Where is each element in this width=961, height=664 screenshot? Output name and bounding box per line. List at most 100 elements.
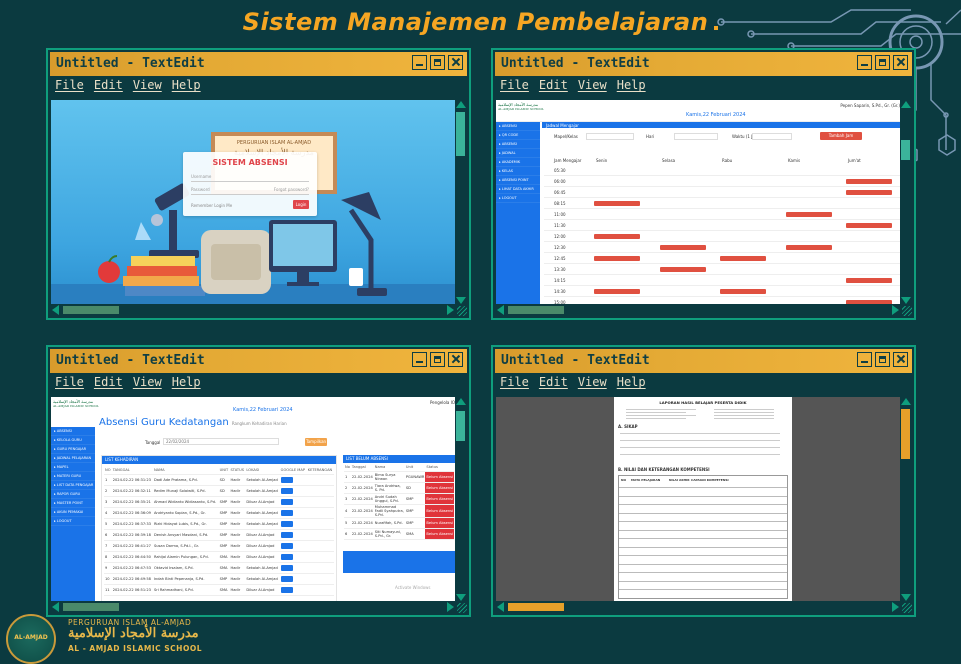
map-button[interactable] xyxy=(280,498,293,505)
sidebar-item[interactable]: ▸ LOGOUT xyxy=(51,517,95,526)
maximize-button[interactable] xyxy=(875,352,890,367)
add-schedule-button[interactable]: Tambah Jam Mengajar xyxy=(820,132,862,146)
schedule-entry[interactable] xyxy=(846,179,892,184)
sidebar-item[interactable]: ▸ KELAS xyxy=(496,167,540,176)
menu-view[interactable]: View xyxy=(578,78,607,98)
vertical-scrollbar[interactable] xyxy=(455,397,466,603)
mapel-select[interactable] xyxy=(586,133,634,140)
scroll-down-icon[interactable] xyxy=(900,297,911,304)
menu-help[interactable]: Help xyxy=(172,375,201,395)
vertical-scrollbar[interactable] xyxy=(900,100,911,306)
sidebar-item[interactable]: ▸ MASTER POINT xyxy=(51,499,95,508)
sidebar-item[interactable]: ▸ AKADEMIK xyxy=(496,158,540,167)
scroll-left-icon[interactable] xyxy=(52,305,59,315)
menu-file[interactable]: File xyxy=(55,375,84,395)
map-button[interactable] xyxy=(280,509,293,516)
menu-edit[interactable]: Edit xyxy=(539,375,568,395)
horizontal-scrollbar[interactable] xyxy=(496,601,900,613)
sidebar-item[interactable]: ▸ ABSENSI xyxy=(496,140,540,149)
scroll-thumb[interactable] xyxy=(901,140,910,160)
scroll-thumb[interactable] xyxy=(456,411,465,441)
scroll-right-icon[interactable] xyxy=(447,602,454,612)
menu-view[interactable]: View xyxy=(133,375,162,395)
close-button[interactable] xyxy=(893,352,908,367)
map-button[interactable] xyxy=(280,520,293,527)
header-user[interactable]: Pengelola IO xyxy=(430,400,455,405)
sidebar-item[interactable]: ▸ GURU PENGAJAR xyxy=(51,445,95,454)
map-button[interactable] xyxy=(280,586,293,593)
sidebar-item[interactable]: ▸ MAPEL xyxy=(51,463,95,472)
map-button[interactable] xyxy=(280,531,293,538)
sidebar-item[interactable]: ▸ LOGOUT xyxy=(496,194,540,203)
menu-edit[interactable]: Edit xyxy=(94,375,123,395)
menu-help[interactable]: Help xyxy=(617,78,646,98)
menu-edit[interactable]: Edit xyxy=(539,78,568,98)
scroll-thumb-horizontal[interactable] xyxy=(508,603,564,611)
map-button[interactable] xyxy=(280,553,293,560)
sidebar-item[interactable]: ▸ QR CODE xyxy=(496,131,540,140)
menu-help[interactable]: Help xyxy=(617,375,646,395)
scroll-down-icon[interactable] xyxy=(455,297,466,304)
login-button[interactable]: Login xyxy=(293,200,309,209)
username-field[interactable]: Username xyxy=(191,174,309,182)
schedule-entry[interactable] xyxy=(786,212,832,217)
sidebar-item[interactable]: ▸ KELOLA GURU xyxy=(51,436,95,445)
maximize-button[interactable] xyxy=(430,55,445,70)
scroll-left-icon[interactable] xyxy=(497,305,504,315)
sidebar-item[interactable]: ▸ JADWAL PELAJARAN xyxy=(51,454,95,463)
maximize-button[interactable] xyxy=(875,55,890,70)
schedule-entry[interactable] xyxy=(720,256,766,261)
scroll-up-icon[interactable] xyxy=(455,398,466,405)
hari-select[interactable] xyxy=(674,133,718,140)
map-button[interactable] xyxy=(280,487,293,494)
sidebar-item[interactable]: ▸ LIHAT DATA AKHIR xyxy=(496,185,540,194)
menu-view[interactable]: View xyxy=(578,375,607,395)
sidebar-item[interactable]: ▸ LIST DATA PENGAJAR xyxy=(51,481,95,490)
map-button[interactable] xyxy=(280,476,293,483)
menu-file[interactable]: File xyxy=(500,78,529,98)
title-bar[interactable]: Untitled - TextEdit xyxy=(495,52,912,78)
schedule-entry[interactable] xyxy=(594,256,640,261)
title-bar[interactable]: Untitled - TextEdit xyxy=(50,52,467,78)
title-bar[interactable]: Untitled - TextEdit xyxy=(50,349,467,375)
sidebar-item[interactable]: ▸ RAPOR GURU xyxy=(51,490,95,499)
scroll-up-icon[interactable] xyxy=(455,101,466,108)
vertical-scrollbar[interactable] xyxy=(900,397,911,603)
waktu-input[interactable] xyxy=(752,133,792,140)
minimize-button[interactable] xyxy=(412,55,427,70)
menu-view[interactable]: View xyxy=(133,78,162,98)
scroll-down-icon[interactable] xyxy=(900,594,911,601)
sidebar-item[interactable]: ▸ JADWAL xyxy=(496,149,540,158)
scroll-right-icon[interactable] xyxy=(892,305,899,315)
schedule-entry[interactable] xyxy=(594,234,640,239)
header-user[interactable]: Pepen Saparin, S.Pd., Gr. (Gr.) xyxy=(840,103,900,108)
horizontal-scrollbar[interactable] xyxy=(496,304,900,316)
schedule-entry[interactable] xyxy=(720,289,766,294)
menu-file[interactable]: File xyxy=(500,375,529,395)
menu-edit[interactable]: Edit xyxy=(94,78,123,98)
resize-grip-icon[interactable] xyxy=(902,306,912,316)
close-button[interactable] xyxy=(448,55,463,70)
schedule-entry[interactable] xyxy=(594,201,640,206)
horizontal-scrollbar[interactable] xyxy=(51,304,455,316)
scroll-thumb-horizontal[interactable] xyxy=(63,306,119,314)
maximize-button[interactable] xyxy=(430,352,445,367)
map-button[interactable] xyxy=(280,575,293,582)
schedule-entry[interactable] xyxy=(846,223,892,228)
sidebar-item[interactable]: ▸ AKUN PEMAKAI xyxy=(51,508,95,517)
schedule-entry[interactable] xyxy=(786,245,832,250)
scroll-left-icon[interactable] xyxy=(497,602,504,612)
map-button[interactable] xyxy=(280,564,293,571)
minimize-button[interactable] xyxy=(412,352,427,367)
show-button[interactable]: Tampilkan xyxy=(305,438,327,446)
minimize-button[interactable] xyxy=(857,352,872,367)
menu-help[interactable]: Help xyxy=(172,78,201,98)
tab-jadwal[interactable]: Jadwal Mengajar xyxy=(546,123,579,128)
title-bar[interactable]: Untitled - TextEdit xyxy=(495,349,912,375)
sidebar-item[interactable]: ▸ ABSENSI xyxy=(496,122,540,131)
schedule-entry[interactable] xyxy=(660,245,706,250)
sidebar-item[interactable]: ▸ ABSENSI POINT xyxy=(496,176,540,185)
scroll-up-icon[interactable] xyxy=(900,398,911,405)
sidebar-item[interactable]: ▸ ABSENSI xyxy=(51,427,95,436)
remember-checkbox[interactable]: Remember Login Me xyxy=(191,203,232,208)
